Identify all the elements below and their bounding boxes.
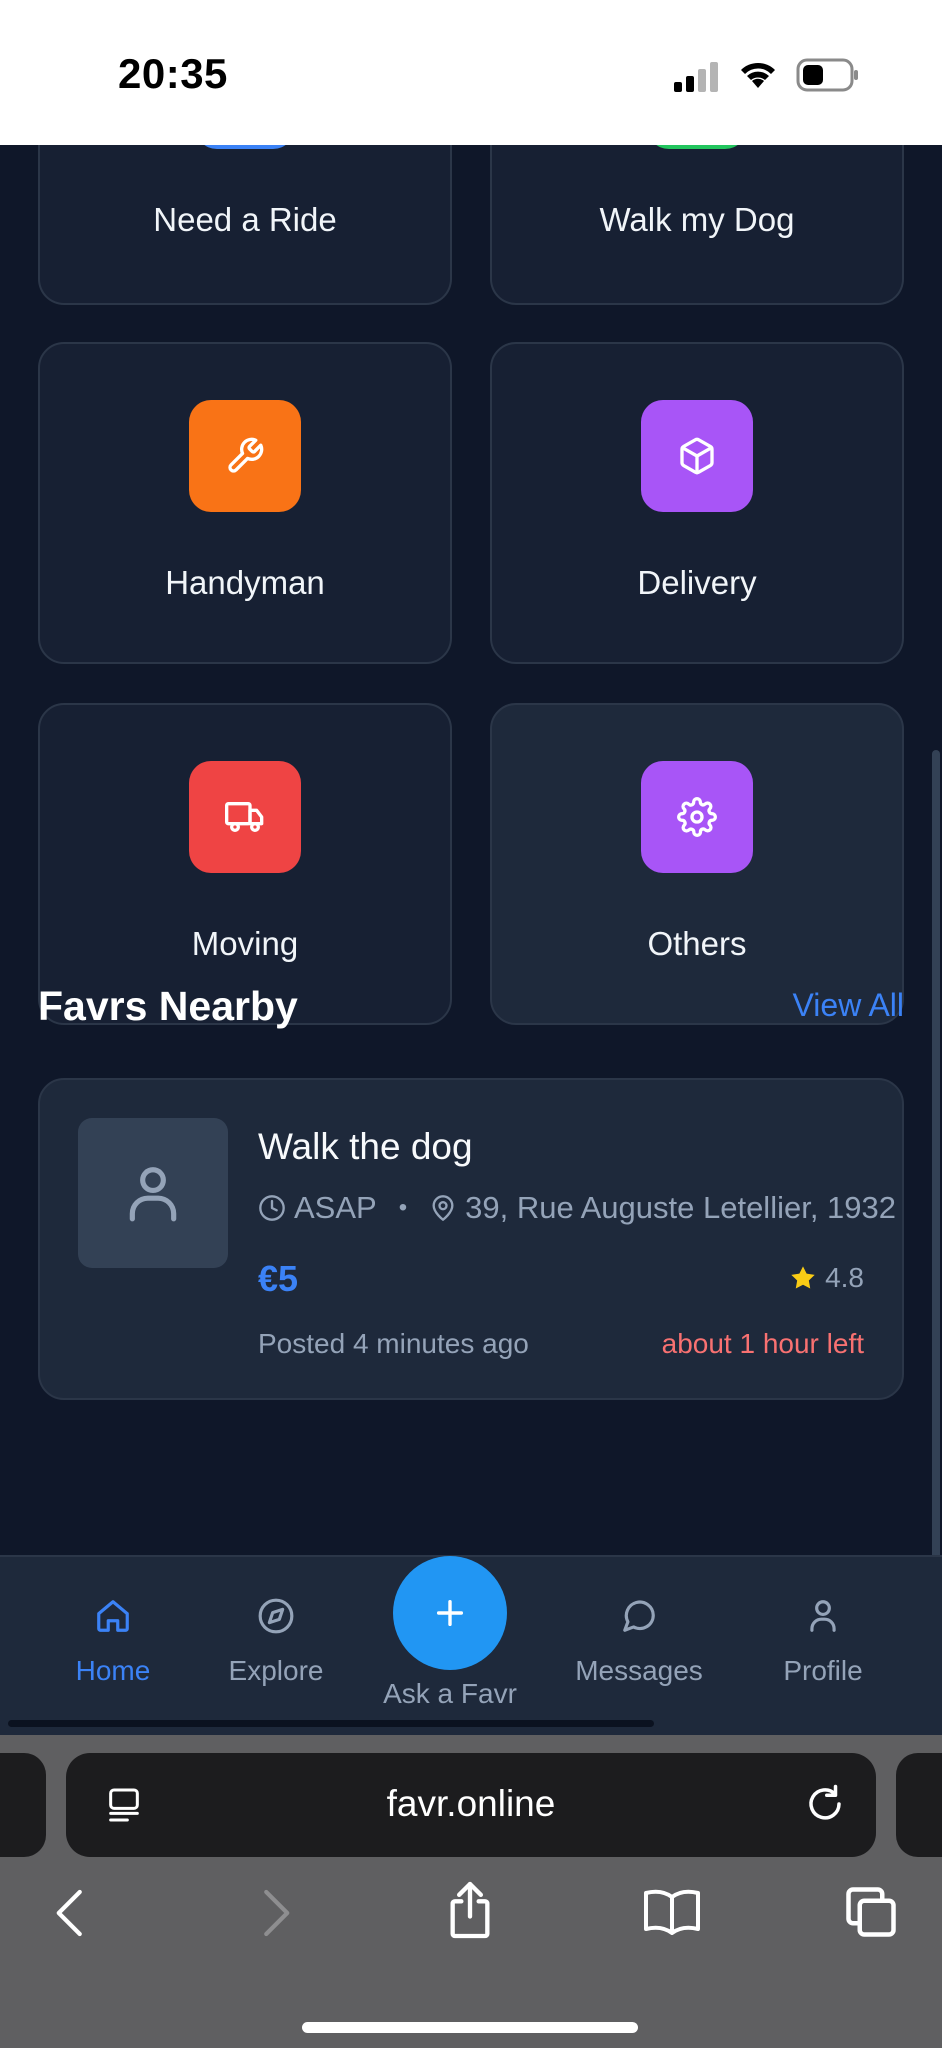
- truck-icon: [189, 761, 301, 873]
- nav-home[interactable]: Home: [33, 1597, 193, 1687]
- favr-rating: 4.8: [789, 1262, 864, 1294]
- car-icon: [195, 145, 295, 149]
- dog-icon: [647, 145, 747, 149]
- address-bar[interactable]: favr.online: [66, 1753, 876, 1857]
- favr-timing: ASAP: [294, 1190, 377, 1225]
- category-label: Handyman: [165, 564, 325, 601]
- nav-label: Explore: [228, 1655, 324, 1686]
- category-card-need-a-ride[interactable]: Need a Ride: [38, 145, 452, 305]
- home-indicator[interactable]: [302, 2022, 638, 2033]
- category-card-handyman[interactable]: Handyman: [38, 342, 452, 664]
- cellular-signal-icon: [674, 62, 718, 92]
- favr-meta: ASAP • 39, Rue Auguste Letellier, 1932: [258, 1190, 896, 1226]
- home-content: Need a Ride Walk my Dog Handyman Deliver…: [0, 145, 942, 1555]
- user-icon: [129, 1167, 177, 1222]
- status-bar: 20:35: [0, 0, 942, 145]
- bookmarks-icon[interactable]: [642, 1885, 702, 1937]
- plus-icon: [436, 1599, 464, 1627]
- url-text: favr.online: [386, 1783, 556, 1824]
- rating-value: 4.8: [825, 1262, 864, 1293]
- wifi-icon: [741, 62, 775, 88]
- battery-icon: [796, 58, 858, 92]
- tabs-icon[interactable]: [844, 1885, 898, 1939]
- horizontal-scrollbar[interactable]: [8, 1720, 654, 1727]
- ask-a-favr-button[interactable]: [393, 1556, 507, 1670]
- category-label: Walk my Dog: [599, 201, 795, 238]
- meta-separator: •: [398, 1194, 408, 1221]
- category-label: Moving: [191, 925, 299, 962]
- category-card-delivery[interactable]: Delivery: [490, 342, 904, 664]
- category-card-moving[interactable]: Moving: [38, 703, 452, 1025]
- page-scrollbar[interactable]: [932, 750, 940, 1555]
- reload-icon[interactable]: [804, 1783, 846, 1825]
- nav-messages[interactable]: Messages: [559, 1597, 719, 1687]
- nav-label: Home: [75, 1655, 151, 1686]
- favr-price: €5: [258, 1258, 299, 1299]
- favr-location: 39, Rue Auguste Letellier, 1932: [465, 1190, 897, 1225]
- nav-profile[interactable]: Profile: [743, 1597, 903, 1687]
- home-icon: [97, 1600, 129, 1632]
- category-label: Delivery: [637, 564, 757, 601]
- clock-icon: [259, 1195, 285, 1221]
- package-icon: [641, 400, 753, 512]
- fab-label: Ask a Favr: [383, 1678, 517, 1709]
- next-tab[interactable]: [896, 1753, 942, 1857]
- user-icon: [810, 1600, 836, 1632]
- share-icon[interactable]: [444, 1879, 496, 1941]
- category-label: Others: [647, 925, 747, 962]
- favr-time-left: about 1 hour left: [661, 1328, 864, 1359]
- star-icon: [791, 1266, 815, 1289]
- compass-icon: [258, 1598, 294, 1634]
- forward-icon[interactable]: [254, 1885, 296, 1941]
- back-icon[interactable]: [50, 1885, 92, 1941]
- view-all-link[interactable]: View All: [793, 987, 904, 1024]
- category-card-walk-my-dog[interactable]: Walk my Dog: [490, 145, 904, 305]
- map-pin-icon: [432, 1195, 454, 1221]
- gear-icon: [641, 761, 753, 873]
- category-card-others[interactable]: Others: [490, 703, 904, 1025]
- favr-card[interactable]: Walk the dog ASAP • 39, Rue Auguste Lete…: [38, 1078, 904, 1400]
- nav-label: Messages: [575, 1655, 703, 1686]
- wrench-icon: [189, 400, 301, 512]
- section-title: Favrs Nearby: [38, 983, 298, 1029]
- browser-toolbar: favr.online: [0, 1735, 942, 2048]
- favr-title: Walk the dog: [258, 1126, 473, 1167]
- chat-bubble-icon: [623, 1600, 655, 1632]
- status-time: 20:35: [118, 50, 228, 97]
- avatar: [78, 1118, 228, 1268]
- previous-tab[interactable]: [0, 1753, 46, 1857]
- favr-posted-time: Posted 4 minutes ago: [258, 1328, 529, 1359]
- category-label: Need a Ride: [153, 201, 337, 238]
- nav-explore[interactable]: Explore: [196, 1597, 356, 1687]
- nav-label: Profile: [783, 1655, 863, 1686]
